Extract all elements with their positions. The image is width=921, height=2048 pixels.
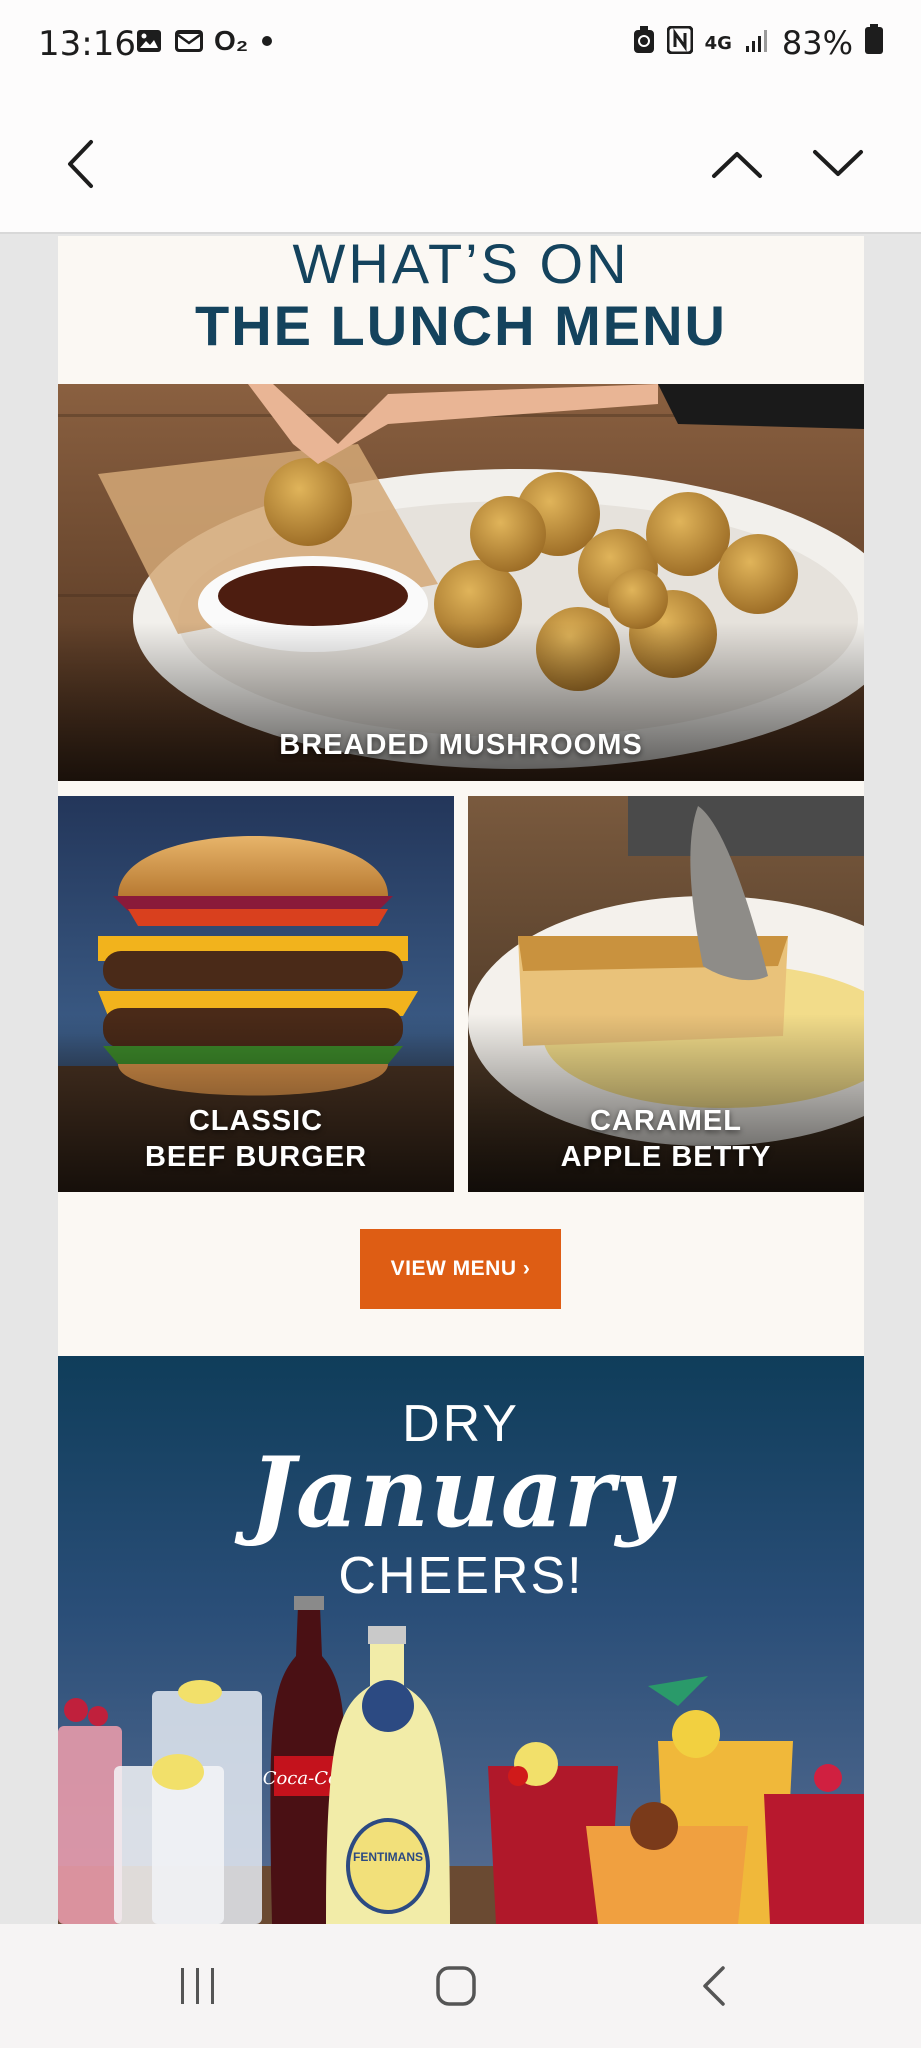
back-button[interactable]	[50, 136, 110, 196]
network-icon: 4G	[704, 32, 732, 54]
recent-apps-icon	[178, 1966, 218, 2011]
fentimans-label: FENTIMANS	[353, 1850, 423, 1864]
dot-icon	[258, 26, 276, 56]
battery-icon	[865, 24, 883, 62]
home-icon	[434, 1964, 478, 2013]
chevron-down-icon	[812, 149, 864, 184]
status-right-icons: 4G 83%	[633, 24, 883, 62]
mushrooms-photo	[58, 384, 864, 781]
cheers-heading: CHEERS!	[338, 1547, 584, 1605]
email-content[interactable]: WHAT’S ON THE LUNCH MENU BREADED MUSHROO…	[58, 236, 864, 1924]
view-menu-button[interactable]: VIEW MENU ›	[360, 1229, 561, 1309]
recent-apps-button[interactable]	[168, 1958, 228, 2018]
hero-label: BREADED MUSHROOMS	[279, 729, 643, 761]
chevron-up-icon	[711, 149, 763, 184]
signal-icon	[744, 24, 770, 62]
tile-right-label-1: CARAMEL	[590, 1105, 742, 1137]
nav-back-button[interactable]	[684, 1958, 744, 2018]
toolbar	[0, 86, 921, 234]
battery-percent: 83%	[781, 24, 853, 62]
chevron-left-icon	[65, 139, 95, 194]
next-message-button[interactable]	[808, 136, 868, 196]
previous-message-button[interactable]	[707, 136, 767, 196]
status-bar: 13:16 O₂ 4G 83%	[0, 0, 921, 86]
dry-january-banner[interactable]: Coca-Cola FENTIMANS DRY January CHEERS!	[58, 1356, 864, 1924]
nfc-icon	[666, 24, 694, 62]
beef-burger-image[interactable]: CLASSIC BEEF BURGER	[58, 796, 454, 1192]
tile-left-label-1: CLASSIC	[188, 1105, 324, 1137]
lunch-menu-heading: WHAT’S ON THE LUNCH MENU	[58, 236, 864, 358]
breaded-mushrooms-image[interactable]: BREADED MUSHROOMS	[58, 384, 864, 781]
status-left-icons: O₂	[134, 25, 276, 56]
heading-line-2: THE LUNCH MENU	[195, 294, 727, 357]
back-icon	[699, 1964, 729, 2013]
heading-line-1: WHAT’S ON	[292, 236, 630, 295]
navigation-bar	[0, 1924, 921, 2048]
caramel-apple-betty-image[interactable]: CARAMEL APPLE BETTY	[468, 796, 864, 1192]
o2-icon: O₂	[214, 25, 249, 56]
status-time: 13:16	[38, 24, 136, 64]
email-icon	[174, 26, 204, 56]
tile-right-label-2: APPLE BETTY	[560, 1141, 772, 1173]
january-heading: January	[249, 1436, 673, 1549]
battery-saver-icon	[633, 24, 655, 62]
tile-left-label-2: BEEF BURGER	[144, 1141, 368, 1173]
home-button[interactable]	[426, 1958, 486, 2018]
gallery-icon	[134, 26, 164, 56]
